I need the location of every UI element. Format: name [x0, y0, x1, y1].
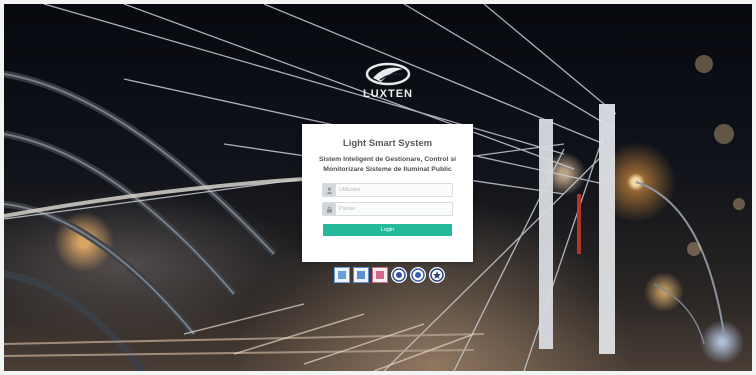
- certification-badges: [334, 267, 445, 283]
- app-title: Light Smart System: [342, 138, 433, 149]
- certification-seal-icon: [410, 267, 426, 283]
- certification-badge-icon: [353, 267, 369, 283]
- password-field: [322, 202, 453, 216]
- user-icon: [323, 184, 336, 196]
- app-subtitle: Sistem Inteligent de Gestionare, Control…: [318, 156, 457, 173]
- login-button[interactable]: Login: [323, 224, 452, 236]
- login-page: LUXTEN Light Smart System Sistem Intelig…: [4, 4, 752, 371]
- login-form: Light Smart System Sistem Inteligent de …: [302, 124, 473, 262]
- password-input[interactable]: [336, 204, 452, 214]
- username-input[interactable]: [336, 185, 452, 195]
- username-field: [322, 183, 453, 197]
- luxten-logo: LUXTEN: [358, 62, 418, 112]
- lock-icon: [323, 203, 336, 215]
- luxten-swoosh-icon: [365, 62, 411, 86]
- brand-name: LUXTEN: [363, 88, 413, 100]
- certification-badge-icon: [372, 267, 388, 283]
- certification-seal-icon: [429, 267, 445, 283]
- certification-seal-icon: [391, 267, 407, 283]
- certification-badge-icon: [334, 267, 350, 283]
